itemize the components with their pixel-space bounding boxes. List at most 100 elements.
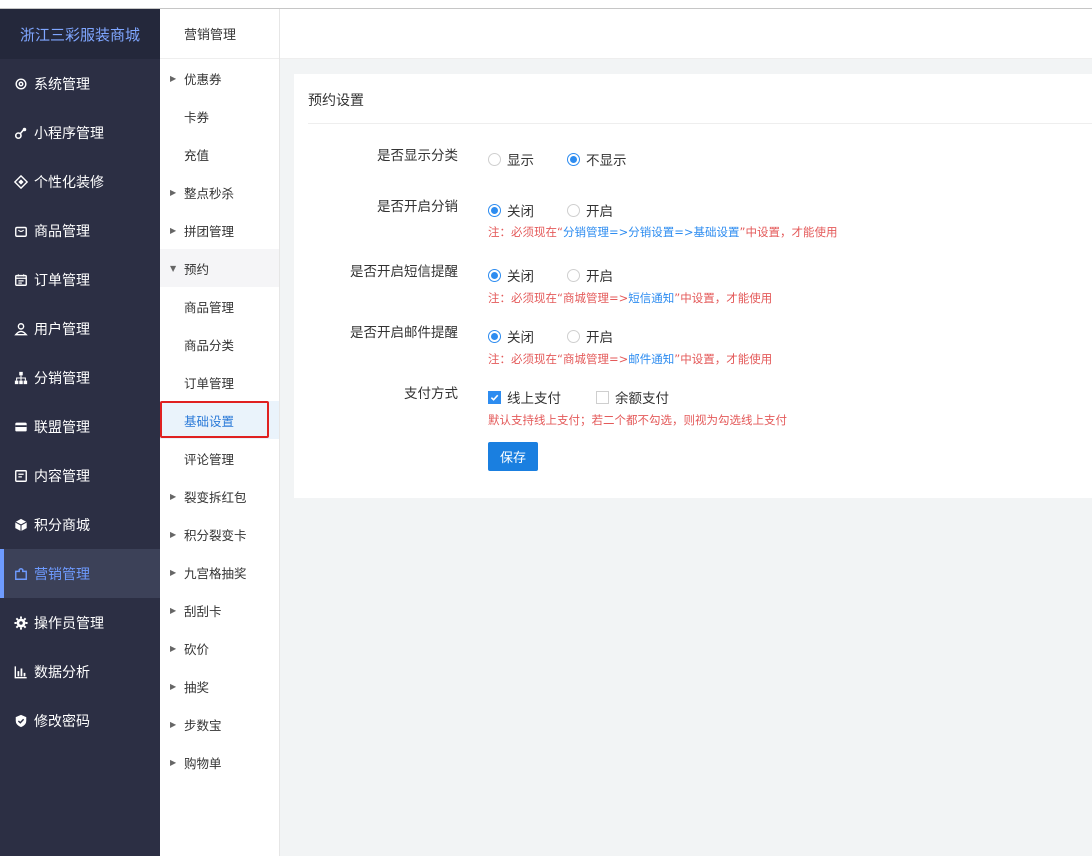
email-option-on[interactable]: 开启	[567, 326, 613, 346]
submenu-item[interactable]: 商品分类	[160, 325, 279, 363]
submenu-item[interactable]: ▶ 裂变拆红包	[160, 477, 279, 515]
network-icon	[14, 371, 28, 385]
submenu-item[interactable]: ▶ 砍价	[160, 629, 279, 667]
sidebar-item[interactable]: 用户管理	[0, 304, 160, 353]
sidebar-item[interactable]: 联盟管理	[0, 402, 160, 451]
distribution-option-off[interactable]: 关闭	[488, 200, 534, 220]
sidebar-item[interactable]: 内容管理	[0, 451, 160, 500]
save-button[interactable]: 保存	[488, 442, 538, 471]
submenu-item[interactable]: ▶ 九宫格抽奖	[160, 553, 279, 591]
caret-right-icon: ▶	[170, 757, 177, 767]
submenu-item-label: 商品分类	[184, 337, 235, 353]
payment-option-online[interactable]: 线上支付	[488, 387, 561, 407]
submenu-item-label: 步数宝	[184, 717, 222, 733]
bag-icon	[14, 224, 28, 238]
radio-selected-icon[interactable]	[488, 268, 501, 282]
submenu-item[interactable]: ▶ 整点秒杀	[160, 173, 279, 211]
brand-title: 浙江三彩服装商城	[0, 9, 160, 59]
caret-down-icon: ▼	[170, 263, 177, 273]
sidebar-item-label: 订单管理	[34, 272, 90, 289]
selected-item-highlight	[160, 401, 269, 438]
link-icon	[14, 126, 28, 140]
submenu-item-label: 刮刮卡	[184, 603, 222, 619]
checkbox-icon[interactable]	[596, 390, 609, 404]
distribution-option-on[interactable]: 开启	[567, 200, 613, 220]
sidebar-item[interactable]: 小程序管理	[0, 108, 160, 157]
submenu-item-label: 砍价	[184, 641, 210, 657]
booking-settings-card: 预约设置 是否显示分类 显示 不显示 是否开启分销 关闭 开启 注：必须现在“分…	[294, 74, 1092, 498]
radio-icon[interactable]	[567, 329, 580, 343]
submenu-item[interactable]: ▶ 优惠券	[160, 59, 279, 97]
submenu-item[interactable]: ▶ 积分裂变卡	[160, 515, 279, 553]
submenu-item[interactable]: ▶ 刮刮卡	[160, 591, 279, 629]
radio-selected-icon[interactable]	[488, 203, 501, 217]
sms-notice-link[interactable]: 短信通知	[628, 291, 674, 305]
wallet-icon	[14, 420, 28, 434]
checkbox-checked-icon[interactable]	[488, 390, 501, 404]
radio-icon[interactable]	[567, 268, 580, 282]
sidebar-item[interactable]: 个性化装修	[0, 157, 160, 206]
sidebar-item[interactable]: 营销管理	[0, 549, 160, 598]
submenu-item-label: 订单管理	[184, 375, 235, 391]
sidebar-item[interactable]: 订单管理	[0, 255, 160, 304]
content-header	[280, 9, 1092, 59]
caret-right-icon: ▶	[170, 719, 177, 729]
submenu-item[interactable]: ▶ 抽奖	[160, 667, 279, 705]
radio-icon[interactable]	[567, 203, 580, 217]
submenu-item[interactable]: 评论管理	[160, 439, 279, 477]
submenu-item-label: 九宫格抽奖	[184, 565, 247, 581]
submenu-item-label: 优惠券	[184, 71, 222, 87]
radio-selected-icon[interactable]	[567, 152, 580, 166]
sms-option-on[interactable]: 开启	[567, 265, 613, 285]
submenu-title: 营销管理	[160, 9, 279, 59]
submenu-item[interactable]: 充值	[160, 135, 279, 173]
submenu-item[interactable]: 卡券	[160, 97, 279, 135]
sidebar-item-label: 商品管理	[34, 223, 90, 240]
sidebar-item-label: 系统管理	[34, 76, 90, 93]
cog-icon	[14, 615, 28, 630]
submenu-item[interactable]: ▶ 步数宝	[160, 705, 279, 743]
distribution-settings-link[interactable]: 分销管理=>分销设置=>基础设置	[563, 225, 740, 239]
caret-right-icon: ▶	[170, 605, 177, 615]
sidebar-item-label: 用户管理	[34, 321, 90, 338]
payment-label: 支付方式	[404, 386, 458, 402]
document-icon	[14, 469, 28, 483]
sidebar-item[interactable]: 分销管理	[0, 353, 160, 402]
show-category-option-hide[interactable]: 不显示	[567, 149, 627, 169]
submenu-item[interactable]: ▶ 拼团管理	[160, 211, 279, 249]
gear-icon	[14, 77, 28, 91]
sidebar-item[interactable]: 积分商城	[0, 500, 160, 549]
sidebar-item[interactable]: 修改密码	[0, 696, 160, 745]
sidebar-item-label: 分销管理	[34, 370, 90, 387]
sidebar-item[interactable]: 商品管理	[0, 206, 160, 255]
caret-right-icon: ▶	[170, 681, 177, 691]
caret-right-icon: ▶	[170, 567, 177, 577]
sidebar-item[interactable]: 数据分析	[0, 647, 160, 696]
submenu-item-label: 整点秒杀	[184, 185, 235, 201]
sms-note: 注：必须现在“商城管理=>短信通知”中设置，才能使用	[488, 291, 773, 305]
show-category-label: 是否显示分类	[377, 148, 458, 164]
show-category-option-show[interactable]: 显示	[488, 149, 534, 169]
user-icon	[14, 322, 28, 336]
sidebar-item[interactable]: 操作员管理	[0, 598, 160, 647]
submenu-item[interactable]: 订单管理	[160, 363, 279, 401]
payment-option-balance[interactable]: 余额支付	[596, 387, 669, 407]
submenu-item[interactable]: 商品管理	[160, 287, 279, 325]
email-option-off[interactable]: 关闭	[488, 326, 534, 346]
submenu-item[interactable]: ▶ 购物单	[160, 743, 279, 781]
email-notice-link[interactable]: 邮件通知	[628, 352, 674, 366]
sidebar-item[interactable]: 系统管理	[0, 59, 160, 108]
top-border	[0, 0, 1092, 9]
puzzle-icon	[14, 567, 28, 581]
email-note: 注：必须现在“商城管理=>邮件通知”中设置，才能使用	[488, 352, 773, 366]
submenu-item-label: 评论管理	[184, 451, 235, 467]
sms-option-off[interactable]: 关闭	[488, 265, 534, 285]
bar-chart-icon	[14, 665, 28, 679]
sidebar-item-label: 小程序管理	[34, 125, 104, 142]
sidebar-item-label: 营销管理	[34, 566, 90, 583]
caret-right-icon: ▶	[170, 225, 177, 235]
radio-icon[interactable]	[488, 152, 501, 166]
submenu-item-label: 充值	[184, 147, 210, 163]
radio-selected-icon[interactable]	[488, 329, 501, 343]
submenu-item[interactable]: ▼ 预约	[160, 249, 279, 287]
